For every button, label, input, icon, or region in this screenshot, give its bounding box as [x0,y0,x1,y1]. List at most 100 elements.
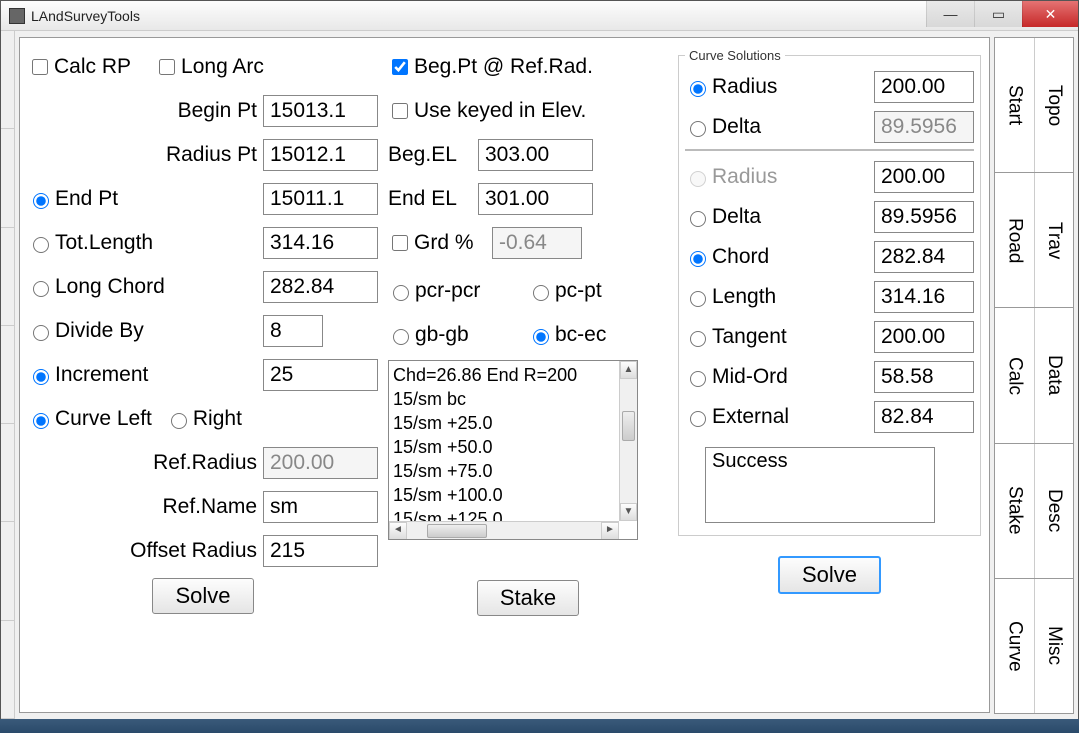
begin-pt-label: Begin Pt [28,99,263,123]
beg-el-label: Beg.EL [388,143,478,167]
list-item[interactable]: 15/sm +75.0 [393,459,633,483]
app-window: LAndSurveyTools — ▭ ✕ Calc RP Long Arc [0,0,1079,720]
solve-right-button[interactable]: Solve [778,556,881,594]
stake-button[interactable]: Stake [477,580,579,616]
grd-checkbox[interactable]: Grd % [388,231,488,255]
end-pt-input[interactable] [263,183,378,215]
external-input[interactable] [874,401,974,433]
close-button[interactable]: ✕ [1022,1,1078,27]
begin-pt-input[interactable] [263,95,378,127]
curve-solutions-legend: Curve Solutions [685,48,785,63]
radius2-input[interactable] [874,161,974,193]
bc-ec-radio[interactable]: bc-ec [528,323,664,347]
content-area: Calc RP Long Arc Begin Pt Radius Pt [1,31,1078,719]
tab-calc[interactable]: Calc [995,308,1034,442]
delta2-input[interactable] [874,201,974,233]
curve-left-radio[interactable]: Curve Left [28,407,152,431]
tangent-radio[interactable]: Tangent [685,325,864,349]
tab-curve[interactable]: Curve [995,579,1034,713]
end-el-input[interactable] [478,183,593,215]
curve-solutions-group: Curve Solutions Radius Delta [678,48,981,536]
beg-pt-refrad-checkbox[interactable]: Beg.Pt @ Ref.Rad. [388,55,593,79]
ref-radius-input [263,447,378,479]
minimize-button[interactable]: — [926,1,974,27]
radius1-radio[interactable]: Radius [685,75,864,99]
tab-desc[interactable]: Desc [1034,444,1074,578]
increment-input[interactable] [263,359,378,391]
tot-length-radio[interactable]: Tot.Length [28,231,259,255]
list-item[interactable]: 15/sm bc [393,387,633,411]
scroll-thumb[interactable] [622,411,635,441]
tab-data[interactable]: Data [1034,308,1074,442]
left-strip [1,31,15,719]
scroll-down-icon[interactable]: ▼ [620,503,637,521]
tab-stake[interactable]: Stake [995,444,1034,578]
titlebar[interactable]: LAndSurveyTools — ▭ ✕ [1,1,1078,31]
long-chord-input[interactable] [263,271,378,303]
maximize-button[interactable]: ▭ [974,1,1022,27]
tab-topo[interactable]: Topo [1034,38,1074,172]
length-radio[interactable]: Length [685,285,864,309]
offset-radius-input[interactable] [263,535,378,567]
delta1-radio[interactable]: Delta [685,115,864,139]
list-item[interactable]: 15/sm +25.0 [393,411,633,435]
vertical-scrollbar[interactable]: ▲ ▼ [619,361,637,521]
chord-radio[interactable]: Chord [685,245,864,269]
chord-input[interactable] [874,241,974,273]
pc-pt-radio[interactable]: pc-pt [528,279,664,303]
radius-pt-input[interactable] [263,139,378,171]
ref-name-label: Ref.Name [28,495,263,519]
long-arc-checkbox[interactable]: Long Arc [155,55,264,79]
window-title: LAndSurveyTools [31,8,140,24]
divider [685,149,974,151]
beg-el-input[interactable] [478,139,593,171]
long-chord-radio[interactable]: Long Chord [28,275,259,299]
radius2-radio: Radius [685,165,864,189]
increment-radio[interactable]: Increment [28,363,259,387]
ref-radius-label: Ref.Radius [28,451,263,475]
main-panel: Calc RP Long Arc Begin Pt Radius Pt [19,37,990,713]
solve-left-button[interactable]: Solve [152,578,253,614]
stake-listbox[interactable]: Chd=26.86 End R=200 15/sm bc 15/sm +25.0… [388,360,638,540]
ref-name-input[interactable] [263,491,378,523]
scroll-right-icon[interactable]: ► [601,522,619,540]
delta1-input [874,111,974,143]
curve-right-radio[interactable]: Right [166,407,242,431]
list-item[interactable]: 15/sm +50.0 [393,435,633,459]
tab-start[interactable]: Start [995,38,1034,172]
divide-by-input[interactable] [263,315,323,347]
taskbar[interactable] [0,719,1079,733]
list-item[interactable]: 15/sm +100.0 [393,483,633,507]
tab-road[interactable]: Road [995,173,1034,307]
side-tabs: Start Topo Road Trav Calc Data Stake Des… [994,37,1074,713]
tab-misc[interactable]: Misc [1034,579,1074,713]
grd-input [492,227,582,259]
tab-trav[interactable]: Trav [1034,173,1074,307]
offset-radius-label: Offset Radius [28,539,263,563]
use-keyed-elev-checkbox[interactable]: Use keyed in Elev. [388,99,586,123]
pcr-pcr-radio[interactable]: pcr-pcr [388,279,524,303]
end-pt-radio[interactable]: End Pt [28,187,259,211]
scroll-thumb-h[interactable] [427,524,487,538]
column-right: Curve Solutions Radius Delta [678,48,981,702]
delta2-radio[interactable]: Delta [685,205,864,229]
scroll-up-icon[interactable]: ▲ [620,361,637,379]
list-item[interactable]: Chd=26.86 End R=200 [393,363,633,387]
tot-length-input[interactable] [263,227,378,259]
gb-gb-radio[interactable]: gb-gb [388,323,524,347]
midord-input[interactable] [874,361,974,393]
radius-pt-label: Radius Pt [28,143,263,167]
calc-rp-checkbox[interactable]: Calc RP [28,55,131,79]
scroll-left-icon[interactable]: ◄ [389,522,407,540]
tangent-input[interactable] [874,321,974,353]
radius1-input[interactable] [874,71,974,103]
app-icon [9,8,25,24]
length-input[interactable] [874,281,974,313]
midord-radio[interactable]: Mid-Ord [685,365,864,389]
end-el-label: End EL [388,187,478,211]
horizontal-scrollbar[interactable]: ◄ ► [389,521,619,539]
divide-by-radio[interactable]: Divide By [28,319,259,343]
window-buttons: — ▭ ✕ [926,1,1078,27]
external-radio[interactable]: External [685,405,864,429]
status-textarea: Success [705,447,935,523]
